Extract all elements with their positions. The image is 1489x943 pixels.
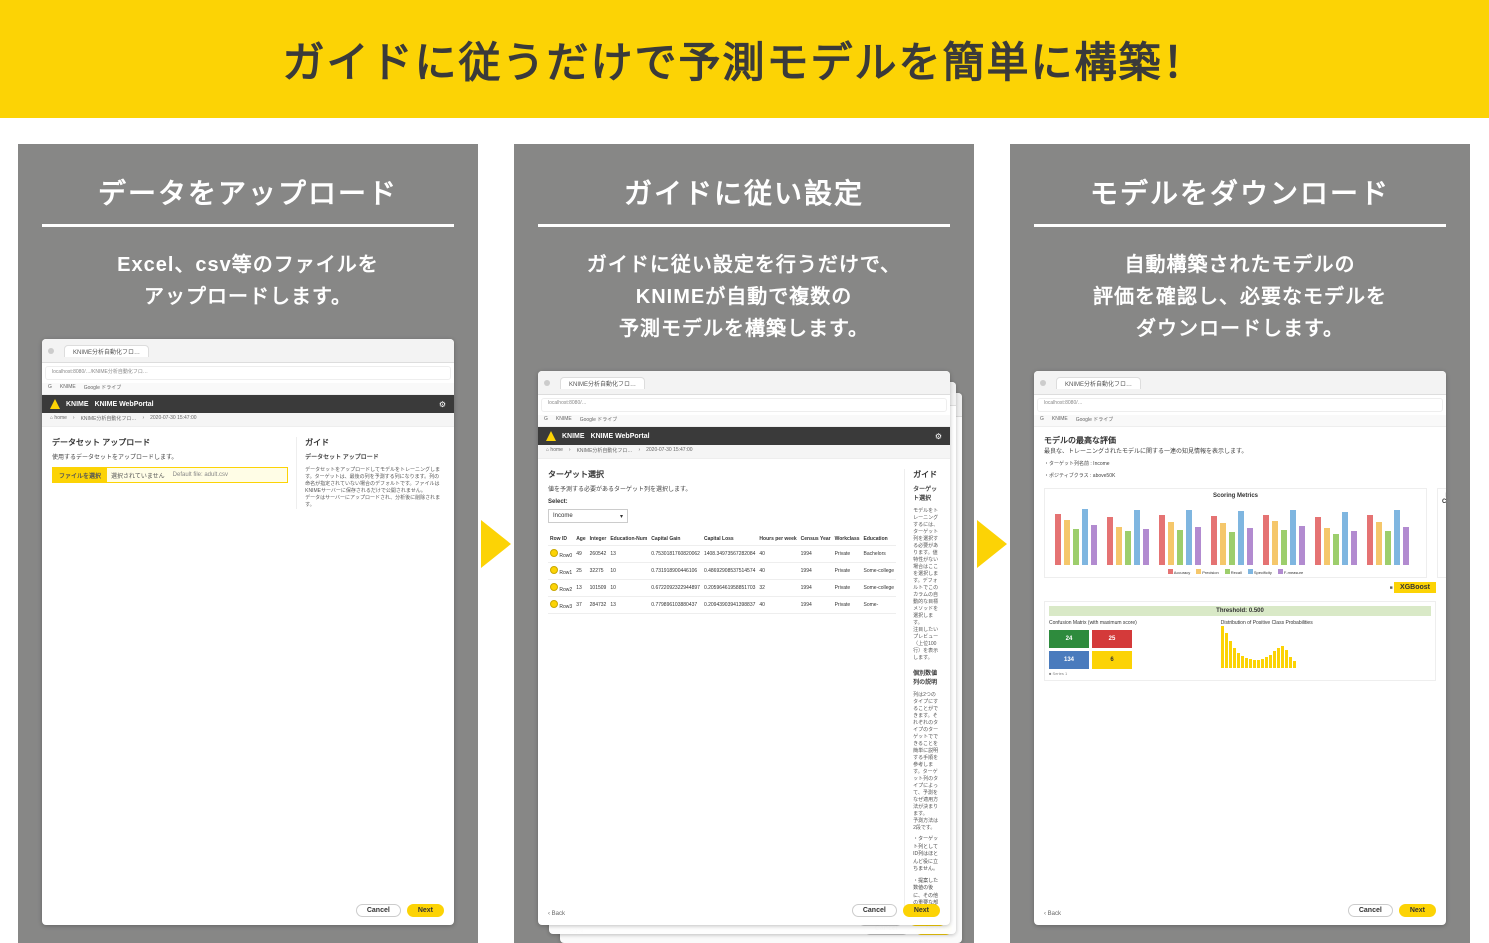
knime-logo-icon — [50, 399, 60, 409]
model-badge: XGBoost — [1394, 582, 1436, 593]
screenshot-eval: KNIME分析自動化フロ… localhost:8080/… GKNIMEGoo… — [1034, 371, 1446, 925]
bookmarks-bar: GKNIMEGoogle ドライブ — [42, 383, 454, 395]
target-select[interactable]: Income▾ — [548, 509, 628, 523]
step-title: データをアップロード — [42, 172, 454, 227]
upload-heading: データセット アップロード — [52, 437, 288, 448]
file-input[interactable]: ファイルを選択 選択されていません Default file: adult.cs… — [52, 467, 288, 483]
address-bar: localhost:8080/…/KNIME分析自動化フロ… — [45, 366, 451, 380]
file-choose-button[interactable]: ファイルを選択 — [53, 468, 107, 482]
screenshot-upload: KNIME分析自動化フロ… localhost:8080/…/KNIME分析自動… — [42, 339, 454, 925]
eval-sub: 最良な、トレーニングされたモデルに関する一連の知見情報を表示します。 — [1044, 446, 1436, 455]
guide-bullet: ・ターゲット列としてID列はほとんど役に立ちません。 — [913, 836, 940, 874]
step-card-upload: データをアップロード Excel、csv等のファイルを アップロードします。 K… — [18, 144, 478, 943]
step-title: ガイドに従い設定 — [538, 172, 950, 227]
browser-chrome: KNIME分析自動化フロ… — [538, 371, 950, 395]
step-title: モデルをダウンロード — [1034, 172, 1446, 227]
series-label: ■ Series 1 — [1049, 671, 1211, 676]
arrow-icon — [478, 144, 514, 943]
guide-body: データセットをアップロードしてモデルをトレーニングします。ターゲットは、最後の列… — [305, 467, 444, 509]
cancel-button[interactable]: Cancel — [356, 904, 401, 917]
distribution-chart — [1221, 626, 1431, 668]
file-placeholder: 選択されていません — [107, 471, 169, 480]
arrow-icon — [974, 144, 1010, 943]
next-button[interactable]: Next — [1399, 904, 1436, 917]
next-button[interactable]: Next — [903, 904, 940, 917]
cancel-button[interactable]: Cancel — [852, 904, 897, 917]
cancel-button[interactable]: Cancel — [1348, 904, 1393, 917]
scoring-metrics-chart: Scoring Metrics AccuracyPrecisionRecallS… — [1044, 488, 1427, 578]
headline-text: ガイドに従うだけで予測モデルを簡単に構築！ — [282, 29, 1206, 90]
upload-sub: 使用するデータセットをアップロードします。 — [52, 452, 288, 461]
knime-header: KNIME KNIME WebPortal ⚙ — [42, 395, 454, 413]
confusion-matrix: 24 25 134 6 — [1049, 630, 1211, 669]
roc-chart: ROC Curves — [1437, 488, 1446, 578]
step-card-download: モデルをダウンロード 自動構築されたモデルの 評価を確認し、必要なモデルを ダウ… — [1010, 144, 1470, 943]
preview-table: Row IDAgeIntegerEducation-NumCapital Gai… — [548, 533, 896, 614]
guide-heading: ガイド — [305, 437, 444, 448]
screenshot-target: KNIME分析自動化フロ… localhost:8080/… GKNIMEGoo… — [538, 371, 950, 925]
knime-brand: KNIME — [66, 401, 89, 408]
next-button[interactable]: Next — [407, 904, 444, 917]
step-desc: Excel、csv等のファイルを アップロードします。 — [42, 249, 454, 313]
gear-icon[interactable]: ⚙ — [439, 400, 446, 409]
guide-sub: データセット アップロード — [305, 452, 444, 461]
eval-heading: モデルの最高な評価 — [1044, 435, 1436, 446]
knime-portal: KNIME WebPortal — [95, 401, 154, 408]
target-sub: 値を予測する必要があるターゲット列を選択します。 — [548, 484, 896, 493]
step-desc: ガイドに従い設定を行うだけで、 KNIMEが自動で複数の 予測モデルを構築します… — [538, 249, 950, 345]
browser-tab: KNIME分析自動化フロ… — [64, 345, 149, 357]
target-heading: ターゲット選択 — [548, 469, 896, 480]
back-link[interactable]: ‹ Back — [1044, 911, 1061, 917]
select-label: Select: — [548, 499, 896, 505]
chevron-down-icon: ▾ — [620, 513, 623, 520]
file-name: Default file: adult.csv — [169, 472, 232, 478]
steps-row: データをアップロード Excel、csv等のファイルを アップロードします。 K… — [0, 144, 1489, 943]
browser-chrome: KNIME分析自動化フロ… — [42, 339, 454, 363]
gear-icon[interactable]: ⚙ — [935, 432, 942, 441]
knime-logo-icon — [546, 431, 556, 441]
breadcrumb: ⌂ home›KNIME分析自動化フロ…›2020-07-30 15:47:00 — [42, 413, 454, 427]
back-link[interactable]: ‹ Back — [548, 911, 565, 917]
threshold-panel: Threshold: 0.500 Confusion Matrix (with … — [1044, 601, 1436, 681]
headline-banner: ガイドに従うだけで予測モデルを簡単に構築！ — [0, 0, 1489, 118]
step-card-configure: ガイドに従い設定 ガイドに従い設定を行うだけで、 KNIMEが自動で複数の 予測… — [514, 144, 974, 943]
step-desc: 自動構築されたモデルの 評価を確認し、必要なモデルを ダウンロードします。 — [1034, 249, 1446, 345]
